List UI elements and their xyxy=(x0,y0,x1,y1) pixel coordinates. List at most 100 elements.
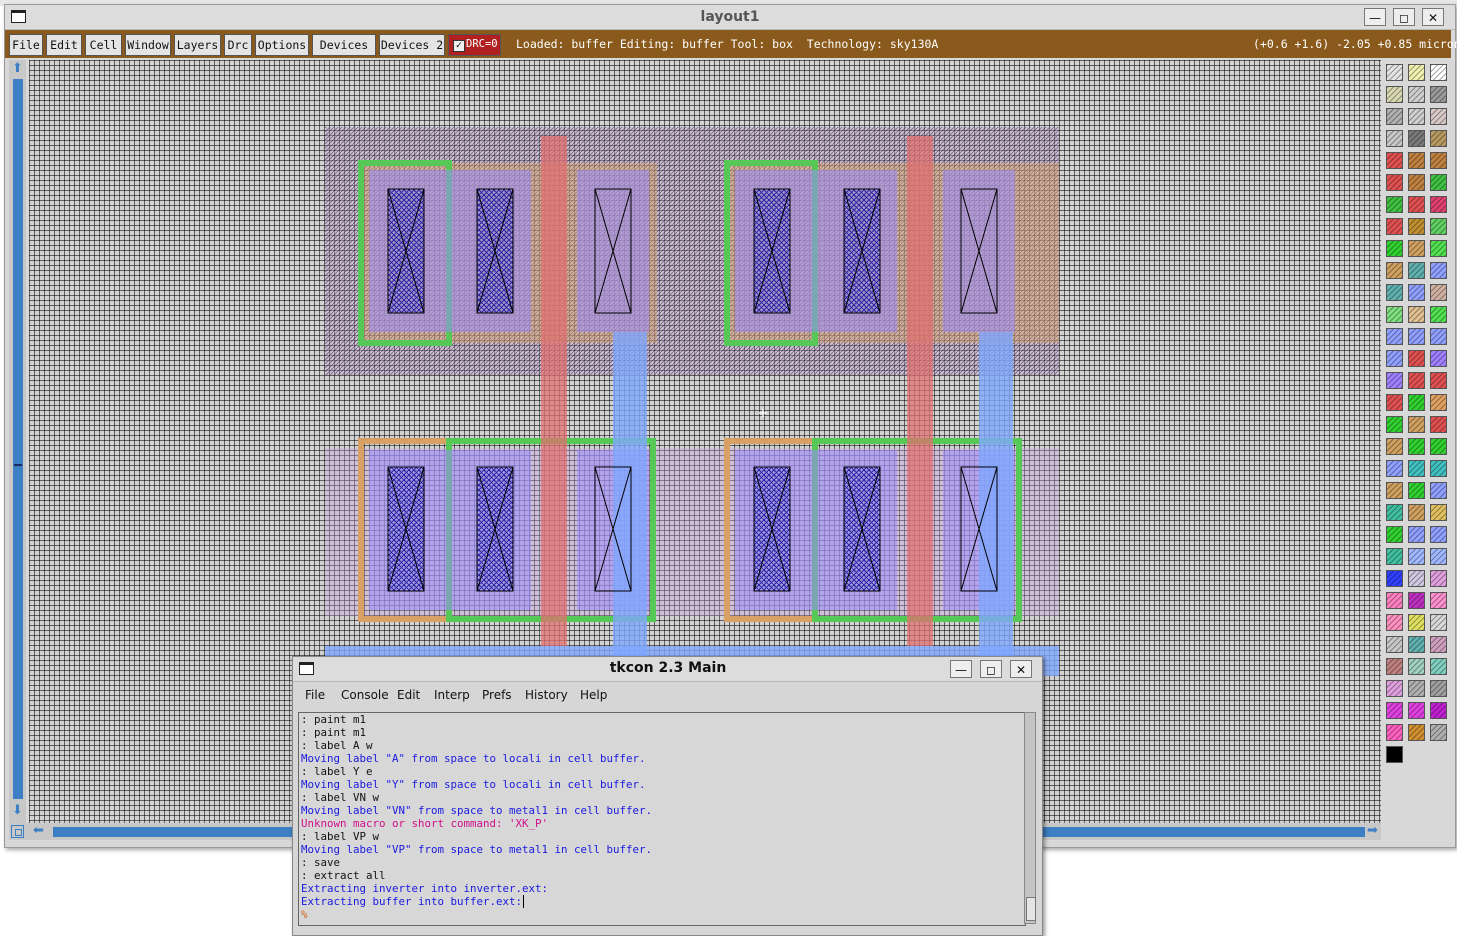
layer-swatch[interactable] xyxy=(1386,680,1403,697)
console-scroll-thumb[interactable] xyxy=(1026,897,1036,921)
layer-swatch[interactable] xyxy=(1408,416,1425,433)
vertical-scroll-thumb[interactable] xyxy=(13,79,23,799)
layer-swatch[interactable] xyxy=(1430,86,1447,103)
tkcon-menu-edit[interactable]: Edit xyxy=(397,688,420,702)
layer-swatch[interactable] xyxy=(1386,570,1403,587)
scroll-right-arrow-icon[interactable]: ➡ xyxy=(1367,824,1381,838)
tkcon-maximize-button[interactable]: ◻ xyxy=(980,660,1002,678)
menu-drc[interactable]: Drc xyxy=(224,34,252,56)
layer-swatch[interactable] xyxy=(1430,328,1447,345)
layer-swatch[interactable] xyxy=(1430,218,1447,235)
layer-swatch[interactable] xyxy=(1430,592,1447,609)
layer-swatch[interactable] xyxy=(1430,636,1447,653)
layer-swatch[interactable] xyxy=(1386,306,1403,323)
tkcon-close-button[interactable]: ✕ xyxy=(1010,660,1032,678)
layer-swatch[interactable] xyxy=(1430,196,1447,213)
layer-swatch[interactable] xyxy=(1430,350,1447,367)
layer-swatch[interactable] xyxy=(1386,460,1403,477)
layer-swatch[interactable] xyxy=(1408,570,1425,587)
layer-swatch[interactable] xyxy=(1408,394,1425,411)
layer-swatch[interactable] xyxy=(1408,548,1425,565)
layer-swatch[interactable] xyxy=(1430,130,1447,147)
menu-options[interactable]: Options xyxy=(255,34,309,56)
layer-swatch[interactable] xyxy=(1408,284,1425,301)
layer-swatch[interactable] xyxy=(1386,438,1403,455)
layer-swatch[interactable] xyxy=(1430,658,1447,675)
tkcon-menu-interp[interactable]: Interp xyxy=(434,688,470,702)
layer-swatch[interactable] xyxy=(1386,196,1403,213)
window-menu-icon[interactable] xyxy=(11,10,26,23)
layer-swatch[interactable] xyxy=(1386,284,1403,301)
menu-cell[interactable]: Cell xyxy=(85,34,122,56)
tkcon-menu-history[interactable]: History xyxy=(525,688,568,702)
zoom-box-icon[interactable] xyxy=(11,825,24,838)
layer-swatch[interactable] xyxy=(1408,152,1425,169)
layer-swatch[interactable] xyxy=(1386,174,1403,191)
drc-toggle[interactable]: ✓ DRC=0 xyxy=(448,34,501,56)
layer-swatch[interactable] xyxy=(1430,724,1447,741)
layer-swatch[interactable] xyxy=(1408,702,1425,719)
layer-swatch[interactable] xyxy=(1408,262,1425,279)
layer-swatch[interactable] xyxy=(1430,438,1447,455)
layer-swatch[interactable] xyxy=(1386,746,1403,763)
layer-swatch[interactable] xyxy=(1408,108,1425,125)
layer-swatch[interactable] xyxy=(1430,152,1447,169)
layer-swatch[interactable] xyxy=(1408,526,1425,543)
maximize-button[interactable]: ◻ xyxy=(1393,8,1415,26)
layer-swatch[interactable] xyxy=(1408,306,1425,323)
layer-swatch[interactable] xyxy=(1430,460,1447,477)
tkcon-menu-help[interactable]: Help xyxy=(580,688,607,702)
menu-edit[interactable]: Edit xyxy=(46,34,82,56)
tkcon-window-menu-icon[interactable] xyxy=(299,662,314,675)
layer-swatch[interactable] xyxy=(1408,460,1425,477)
layer-swatch[interactable] xyxy=(1386,504,1403,521)
layer-swatch[interactable] xyxy=(1408,328,1425,345)
layer-swatch[interactable] xyxy=(1408,240,1425,257)
layer-swatch[interactable] xyxy=(1430,680,1447,697)
scroll-down-arrow-icon[interactable]: ⬇ xyxy=(10,804,25,818)
layer-swatch[interactable] xyxy=(1408,680,1425,697)
tkcon-menu-file[interactable]: File xyxy=(305,688,325,702)
layer-swatch[interactable] xyxy=(1430,174,1447,191)
layer-swatch[interactable] xyxy=(1408,438,1425,455)
layer-swatch[interactable] xyxy=(1386,614,1403,631)
vertical-scrollbar[interactable]: ⬆ ⬇ xyxy=(9,60,26,823)
layer-swatch[interactable] xyxy=(1386,262,1403,279)
scroll-up-arrow-icon[interactable]: ⬆ xyxy=(10,62,25,76)
layer-swatch[interactable] xyxy=(1408,592,1425,609)
layer-swatch[interactable] xyxy=(1386,702,1403,719)
layer-swatch[interactable] xyxy=(1386,394,1403,411)
layer-swatch[interactable] xyxy=(1408,724,1425,741)
layer-swatch[interactable] xyxy=(1408,64,1425,81)
layer-swatch[interactable] xyxy=(1430,702,1447,719)
layer-swatch[interactable] xyxy=(1430,482,1447,499)
layer-swatch[interactable] xyxy=(1430,614,1447,631)
layer-swatch[interactable] xyxy=(1386,218,1403,235)
layer-swatch[interactable] xyxy=(1408,372,1425,389)
menu-layers[interactable]: Layers xyxy=(174,34,221,56)
layer-swatch[interactable] xyxy=(1386,636,1403,653)
layer-swatch[interactable] xyxy=(1408,218,1425,235)
tkcon-menu-prefs[interactable]: Prefs xyxy=(482,688,512,702)
layer-swatch[interactable] xyxy=(1386,152,1403,169)
layer-swatch[interactable] xyxy=(1408,196,1425,213)
layer-swatch[interactable] xyxy=(1386,548,1403,565)
layer-swatch[interactable] xyxy=(1408,350,1425,367)
layer-swatch[interactable] xyxy=(1386,482,1403,499)
layer-swatch[interactable] xyxy=(1430,570,1447,587)
layer-swatch[interactable] xyxy=(1430,240,1447,257)
close-button[interactable]: ✕ xyxy=(1422,8,1444,26)
layer-swatch[interactable] xyxy=(1408,636,1425,653)
layer-swatch[interactable] xyxy=(1386,130,1403,147)
layer-swatch[interactable] xyxy=(1386,86,1403,103)
layer-swatch[interactable] xyxy=(1386,350,1403,367)
tkcon-titlebar[interactable]: tkcon 2.3 Main — ◻ ✕ xyxy=(293,657,1042,682)
layer-swatch[interactable] xyxy=(1430,526,1447,543)
layer-swatch[interactable] xyxy=(1386,108,1403,125)
layer-swatch[interactable] xyxy=(1430,394,1447,411)
menu-file[interactable]: File xyxy=(9,34,43,56)
tkcon-minimize-button[interactable]: — xyxy=(950,660,972,678)
layer-swatch[interactable] xyxy=(1386,724,1403,741)
menu-window[interactable]: Window xyxy=(125,34,171,56)
console-scrollbar[interactable] xyxy=(1024,712,1036,924)
